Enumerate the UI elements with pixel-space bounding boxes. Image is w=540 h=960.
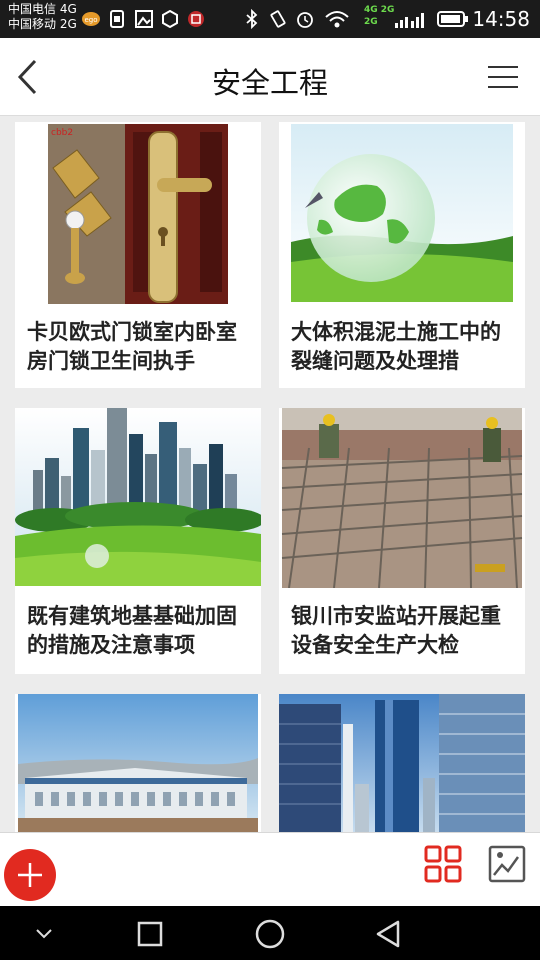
carrier-info: 中国电信 4G 中国移动 2G <box>8 2 77 32</box>
network-type: 4G 2G 2G <box>364 5 395 27</box>
svg-text:ego: ego <box>84 16 97 24</box>
wifi-icon <box>323 8 351 30</box>
battery-icon <box>436 8 470 30</box>
vibrate-icon <box>268 8 288 30</box>
bottom-toolbar <box>0 832 540 906</box>
hamburger-icon <box>488 66 518 68</box>
article-grid[interactable]: cbb2 卡贝欧式门锁室内卧室房门锁卫生间执手 大体积混泥土施工中的裂缝问题及处… <box>0 116 540 832</box>
article-card[interactable] <box>279 694 525 832</box>
glass-towers-image <box>279 694 525 832</box>
clock: 14:58 <box>472 7 530 31</box>
construction-site-image <box>281 408 523 588</box>
alarm-icon <box>295 8 315 30</box>
menu-button[interactable] <box>488 64 520 90</box>
article-title: 卡贝欧式门锁室内卧室房门锁卫生间执手 <box>27 320 237 373</box>
door-lock-image: cbb2 <box>48 124 228 304</box>
article-title: 大体积混泥土施工中的裂缝问题及处理措 <box>291 320 501 373</box>
article-thumbnail <box>279 122 525 308</box>
signal-icon <box>392 8 430 30</box>
svg-text:cbb2: cbb2 <box>51 128 73 138</box>
grid-icon <box>424 845 462 883</box>
article-card[interactable]: 既有建筑地基基础加固的措施及注意事项 <box>15 408 261 674</box>
gallery-icon <box>134 8 154 30</box>
sim-icon <box>108 8 126 30</box>
home-icon[interactable] <box>254 918 286 950</box>
add-button[interactable] <box>4 849 56 901</box>
back-nav-icon[interactable] <box>374 919 404 949</box>
grid-view-button[interactable] <box>424 845 462 883</box>
image-view-button[interactable] <box>488 845 526 883</box>
article-title: 银川市安监站开展起重设备安全生产大检 <box>291 604 501 657</box>
plus-icon <box>18 863 42 887</box>
bluetooth-icon <box>243 8 261 30</box>
page-title: 安全工程 <box>211 66 328 100</box>
article-title: 既有建筑地基基础加固的措施及注意事项 <box>27 604 237 657</box>
image-icon <box>488 845 526 883</box>
carrier-1: 中国电信 4G <box>8 2 77 16</box>
factory-building-image <box>18 694 258 832</box>
article-thumbnail <box>279 408 525 588</box>
article-card[interactable] <box>15 694 261 832</box>
carrier-2: 中国移动 2G <box>8 17 77 31</box>
article-card[interactable]: 大体积混泥土施工中的裂缝问题及处理措 <box>279 122 525 388</box>
shield-app-icon <box>160 8 180 30</box>
article-thumbnail <box>15 408 261 588</box>
article-thumbnail: cbb2 <box>15 122 261 308</box>
system-nav-bar <box>0 906 540 960</box>
recent-apps-icon[interactable] <box>136 920 164 948</box>
city-skyline-image <box>15 408 261 586</box>
bank-app-icon <box>186 8 206 30</box>
article-card[interactable]: cbb2 卡贝欧式门锁室内卧室房门锁卫生间执手 <box>15 122 261 388</box>
app-notification-icon: ego <box>80 8 102 30</box>
status-bar: 中国电信 4G 中国移动 2G ego 4G 2G 2G 14:58 <box>0 0 540 38</box>
chevron-down-icon[interactable] <box>34 926 54 940</box>
globe-grass-image <box>291 124 513 302</box>
app-header: 安全工程 <box>0 38 540 116</box>
article-thumbnail <box>279 694 525 832</box>
article-thumbnail <box>15 694 261 832</box>
article-card[interactable]: 银川市安监站开展起重设备安全生产大检 <box>279 408 525 674</box>
